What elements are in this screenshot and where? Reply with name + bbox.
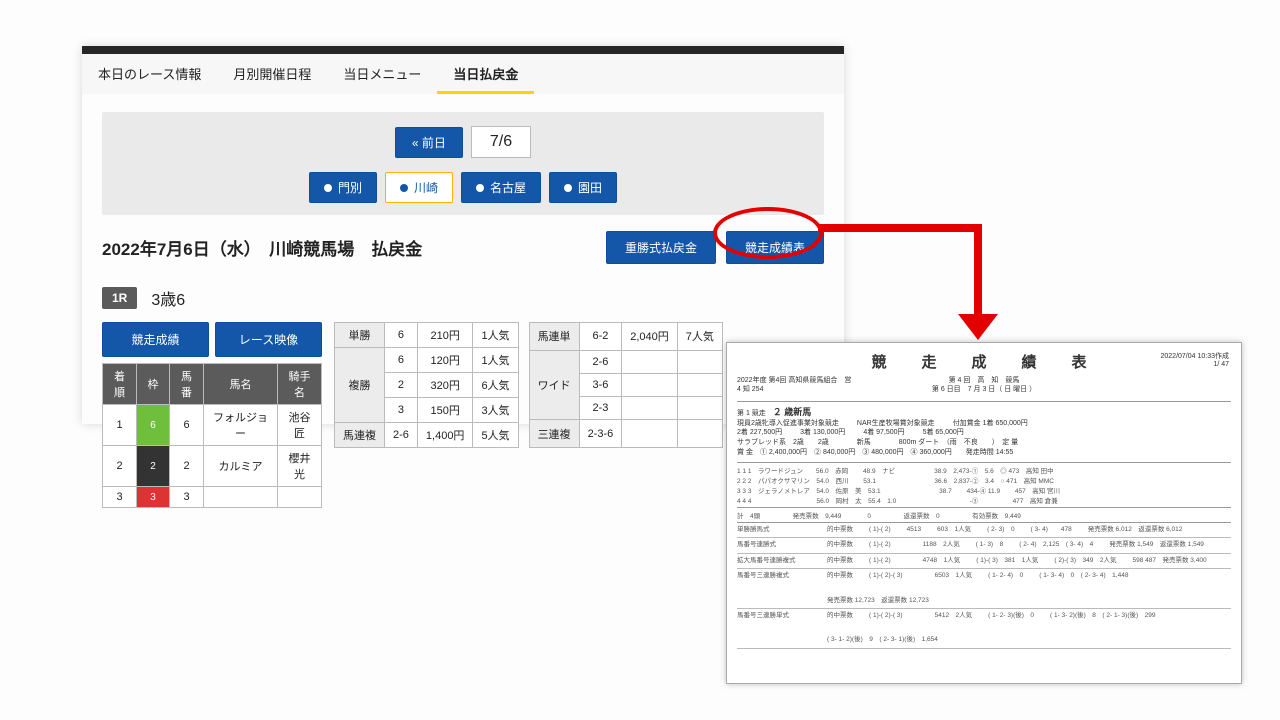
doc-bet-block: 馬番号三連勝複式的中票数( 1)-( 2)-( 3)6503 1人気( 1- 2… (737, 569, 1231, 609)
multi-win-payout-button[interactable]: 重勝式払戻金 (606, 231, 716, 264)
radio-dot-icon (400, 184, 408, 192)
table-row[interactable]: 166フォルジョー池谷匠 (103, 405, 322, 446)
doc-horse-row: 2 2 2 パパオクサマリン 54.0 西川 53.1 36.6 2,837-②… (737, 475, 1231, 485)
payout-table-right: 馬連単6-22,040円7人気 ワイド2-6 3-6 2-3 三連複2-3-6 (529, 322, 723, 448)
col-jockey: 騎手名 (278, 364, 322, 405)
doc-org-code: 4 知 254 (737, 385, 902, 394)
payout-tables: 単勝6210円1人気 複勝6120円1人気 2320円6人気 3150円3人気 … (334, 322, 723, 448)
col-num: 馬番 (170, 364, 204, 405)
doc-bet-block: 馬番号連勝式的中票数( 1)-( 2)1188 2人気( 1- 3) 8( 2-… (737, 538, 1231, 553)
tab-monthly-schedule[interactable]: 月別開催日程 (217, 54, 327, 94)
doc-meet: 第 4 回 高 知 競馬 (902, 376, 1067, 385)
filter-panel: « 前日 7/6 門別 川崎 名古屋 園田 (102, 112, 824, 215)
doc-horse-row: 3 3 3 ジェラノメトレア 54.0 佐原 美 53.1 38.7 434-④… (737, 485, 1231, 495)
doc-horse-row: 1 1 1 ラワードジュン 56.0 赤岡 48.9 ナビ 38.9 2,473… (737, 465, 1231, 475)
doc-day: 第 6 日目 7 月 3 日（ 日 曜日 ） (902, 385, 1067, 394)
payout-table-left: 単勝6210円1人気 複勝6120円1人気 2320円6人気 3150円3人気 … (334, 322, 519, 448)
doc-title: 競 走 成 績 表 (737, 351, 1231, 372)
table-row[interactable]: 222カルミア櫻井光 (103, 446, 322, 487)
annotation-arrow (818, 224, 982, 232)
doc-horse-row: 4 4 4 56.0 岡村 太 55.4 1.0 -③ 477 高知 倉兼 (737, 495, 1231, 505)
finish-table: 着順 枠 馬番 馬名 騎手名 166フォルジョー池谷匠 222カルミア櫻井光 3… (102, 363, 322, 508)
race-result-sheet-button[interactable]: 競走成績表 (726, 231, 824, 264)
radio-dot-icon (564, 184, 572, 192)
nav-tabs: 本日のレース情報 月別開催日程 当日メニュー 当日払戻金 (82, 54, 844, 94)
col-horse: 馬名 (204, 364, 278, 405)
window-top-bar (82, 46, 844, 54)
annotation-arrow (974, 224, 982, 318)
table-row[interactable]: 333 (103, 487, 322, 508)
col-rank: 着順 (103, 364, 137, 405)
result-sheet-document: 2022/07/04 10:33作成 1/ 47 競 走 成 績 表 2022年… (726, 342, 1242, 684)
radio-dot-icon (324, 184, 332, 192)
race-video-button[interactable]: レース映像 (215, 322, 322, 357)
doc-total: 計 4頭 発売票数 9,449 0 返還票数 0 有効票数 9,449 (737, 508, 1231, 523)
doc-bet-block: 拡大馬番号連勝複式的中票数( 1)-( 2)4748 1人気( 1)-( 3) … (737, 554, 1231, 569)
race-number-badge: 1R (102, 287, 137, 309)
page-title: 2022年7月6日（水） 川崎競馬場 払戻金 (102, 235, 422, 260)
tab-today-menu[interactable]: 当日メニュー (327, 54, 437, 94)
doc-timestamp: 2022/07/04 10:33作成 (1161, 353, 1230, 361)
prev-day-button[interactable]: « 前日 (395, 127, 463, 158)
doc-bet-block: 馬番号三連勝単式的中票数( 1)-( 2)-( 3)5412 2人気( 1- 2… (737, 609, 1231, 649)
venue-nagoya[interactable]: 名古屋 (461, 172, 541, 203)
venue-kawasaki[interactable]: 川崎 (385, 172, 453, 203)
venue-buttons: 門別 川崎 名古屋 園田 (118, 172, 808, 203)
radio-dot-icon (476, 184, 484, 192)
tab-today-payout[interactable]: 当日払戻金 (437, 54, 534, 94)
venue-monbetsu[interactable]: 門別 (309, 172, 377, 203)
race-name: 3歳6 (151, 286, 185, 310)
tab-today-race[interactable]: 本日のレース情報 (82, 54, 217, 94)
doc-page: 1/ 47 (1161, 361, 1230, 369)
arrow-head-icon (958, 314, 998, 340)
doc-bet-block: 単勝勝馬式的中票数( 1)-( 2)4513603 1人気( 2- 3) 0( … (737, 523, 1231, 538)
race-result-button[interactable]: 競走成績 (102, 322, 209, 357)
doc-org: 2022年度 第4回 高知県競馬組合 営 (737, 376, 902, 385)
col-waku: 枠 (137, 364, 170, 405)
venue-sonoda[interactable]: 園田 (549, 172, 617, 203)
date-display[interactable]: 7/6 (471, 126, 531, 158)
